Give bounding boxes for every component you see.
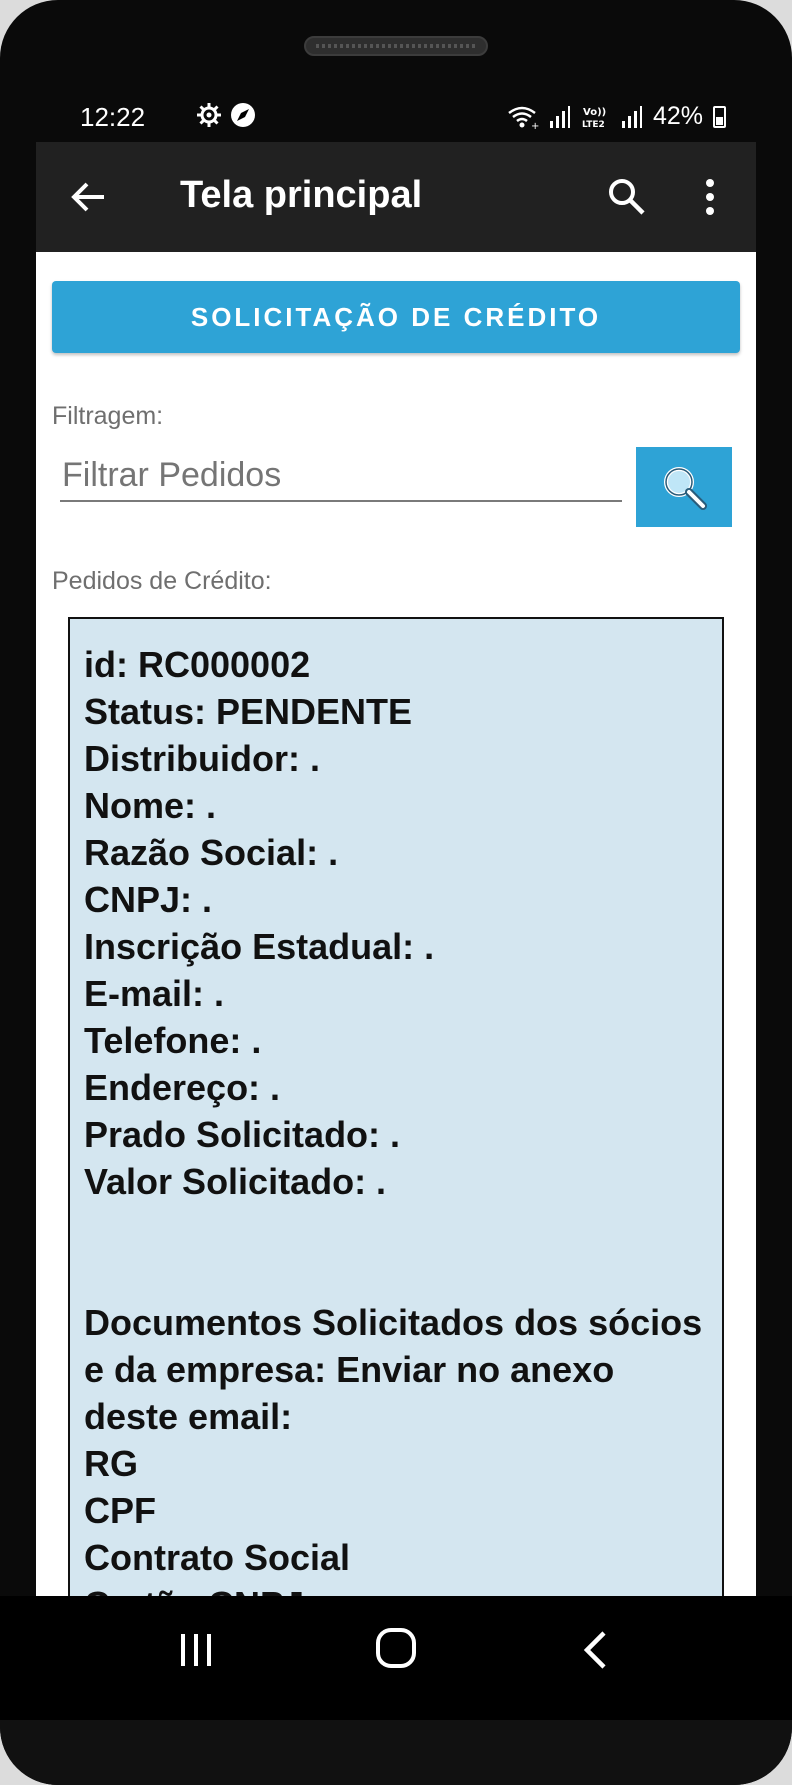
earpiece-speaker: [304, 36, 488, 56]
credit-order-card[interactable]: id: RC000002 Status: PENDENTE Distribuid…: [68, 617, 724, 1596]
settings-gear-icon: [197, 103, 221, 127]
status-bar: 12:22 + Vo)) LTE2 42%: [36, 96, 756, 142]
status-icons-left: [196, 102, 256, 128]
signal-strength-2-icon: [621, 105, 642, 128]
order-endereco: Endereço: .: [84, 1067, 281, 1108]
order-distribuidor: Distribuidor: .: [84, 738, 320, 779]
status-time: 12:22: [80, 102, 146, 132]
order-doc-cartao-cnpj: Cartão CNPJ: [84, 1581, 708, 1596]
app-screen: Tela principal SOLICITAÇÃO DE CRÉDITO Fi…: [36, 142, 756, 1596]
recent-apps-icon[interactable]: [176, 1630, 216, 1670]
filter-search-button[interactable]: [636, 447, 732, 527]
svg-text:Vo)): Vo)): [583, 107, 606, 118]
order-inscricao-estadual: Inscrição Estadual: .: [84, 926, 435, 967]
order-razao-social: Razão Social: .: [84, 832, 339, 873]
order-doc-rg: RG: [84, 1443, 138, 1484]
more-options-icon[interactable]: [700, 176, 720, 218]
wifi-icon: +: [508, 106, 539, 130]
order-valor-solicitado: Valor Solicitado: .: [84, 1161, 387, 1202]
volte-icon: Vo)) LTE2: [582, 107, 606, 130]
app-bar-title: Tela principal: [180, 174, 423, 216]
order-spacer: [84, 1205, 708, 1299]
order-id: id: RC000002: [84, 644, 311, 685]
magnifier-icon: [664, 467, 707, 510]
order-nome: Nome: .: [84, 785, 217, 826]
svg-text:LTE2: LTE2: [582, 120, 605, 130]
system-navigation-bar: [0, 1596, 792, 1720]
battery-icon: [713, 105, 726, 128]
status-icons-right: + Vo)) LTE2 42%: [507, 102, 726, 131]
back-arrow-icon[interactable]: [68, 177, 108, 217]
app-bar: Tela principal: [36, 142, 756, 252]
order-doc-cpf: CPF: [84, 1490, 156, 1531]
credit-request-button[interactable]: SOLICITAÇÃO DE CRÉDITO: [52, 281, 740, 353]
order-prado-solicitado: Prado Solicitado: .: [84, 1114, 401, 1155]
back-icon[interactable]: [578, 1630, 614, 1670]
phone-frame: 12:22 + Vo)) LTE2 42% Tela principal SOL…: [0, 0, 792, 1785]
order-telefone: Telefone: .: [84, 1020, 262, 1061]
battery-percent: 42%: [652, 102, 703, 130]
order-documentos: Documentos Solicitados dos sócios e da e…: [84, 1302, 703, 1437]
signal-strength-icon: [549, 105, 570, 128]
svg-text:+: +: [531, 121, 539, 130]
compass-icon: [231, 103, 255, 127]
search-icon[interactable]: [606, 176, 648, 218]
order-email: E-mail: .: [84, 973, 225, 1014]
home-icon[interactable]: [374, 1626, 418, 1670]
phone-bottom-bezel: [0, 1720, 792, 1785]
filter-label: Filtragem:: [52, 402, 164, 430]
order-status: Status: PENDENTE: [84, 691, 413, 732]
filter-orders-input[interactable]: [60, 450, 622, 502]
order-doc-contrato: Contrato Social: [84, 1537, 351, 1578]
orders-label: Pedidos de Crédito:: [52, 567, 272, 595]
order-cnpj: CNPJ: .: [84, 879, 213, 920]
